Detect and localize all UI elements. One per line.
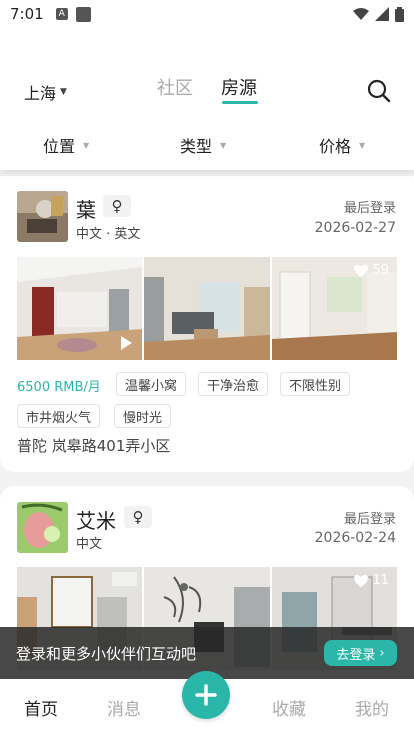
owner-name: 艾米 — [76, 509, 116, 533]
listing-tag: 不限性别 — [280, 372, 351, 396]
last-login-date: 2026-02-27 — [314, 220, 396, 236]
filter-bar: 位置 ▼ 类型 ▼ 价格 ▼ — [0, 120, 414, 170]
city-label: 上海 — [24, 84, 57, 103]
listing-price: 6500 RMB/月 — [17, 380, 101, 395]
caret-down-icon: ▼ — [83, 140, 90, 150]
filter-type-label: 类型 — [180, 137, 213, 156]
caret-down-icon: ▼ — [60, 87, 67, 97]
city-selector[interactable]: 上海 ▼ — [24, 80, 67, 104]
like-count: 59 — [372, 263, 389, 278]
filter-location-label: 位置 — [43, 137, 76, 156]
filter-price-label: 价格 — [319, 137, 352, 156]
wifi-icon — [353, 8, 369, 20]
avatar[interactable] — [17, 191, 68, 242]
search-button[interactable] — [366, 78, 392, 104]
tab-listings[interactable]: 房源 — [221, 74, 257, 100]
login-button-label: 去登录 — [336, 647, 376, 663]
like-counter[interactable]: 11 — [353, 573, 389, 588]
status-indicators — [353, 6, 404, 22]
caret-down-icon: ▼ — [359, 140, 366, 150]
listing-photo[interactable] — [144, 257, 270, 360]
app-notification-icon — [75, 6, 91, 22]
nav-home[interactable]: 首页 — [24, 695, 58, 720]
battery-icon — [395, 6, 404, 22]
listing-tag: 市井烟火气 — [17, 404, 101, 428]
filter-type[interactable]: 类型 ▼ — [180, 133, 226, 157]
heart-icon — [354, 574, 369, 587]
search-icon — [367, 79, 391, 103]
like-count: 11 — [372, 573, 389, 588]
filter-price[interactable]: 价格 ▼ — [319, 133, 365, 157]
gender-female-icon: ♀ — [103, 195, 131, 217]
nav-favorites[interactable]: 收藏 — [272, 695, 306, 720]
nav-profile[interactable]: 我的 — [355, 695, 389, 720]
filter-location[interactable]: 位置 ▼ — [43, 133, 89, 157]
chevron-right-icon: › — [379, 645, 385, 661]
listing-tag: 温馨小窝 — [116, 372, 187, 396]
play-icon — [121, 336, 133, 350]
listing-tag: 慢时光 — [114, 404, 172, 428]
heart-icon — [354, 264, 369, 277]
listing-address: 普陀 岚皋路401弄小区 — [17, 437, 171, 455]
plus-icon — [195, 684, 217, 706]
owner-languages: 中文 — [76, 537, 103, 552]
status-bar: 7:01 A — [0, 0, 414, 28]
top-header: 上海 ▼ 社区 房源 — [0, 28, 414, 120]
add-listing-button[interactable] — [182, 671, 230, 719]
owner-name: 葉 — [76, 198, 96, 222]
app-screen: 7:01 A 上海 ▼ 社区 房源 位置 ▼ 类型 ▼ 价格 ▼ 葉 ♀ 中文 … — [0, 0, 414, 737]
listing-photo[interactable] — [17, 257, 143, 360]
active-tab-indicator — [222, 101, 258, 104]
photo-strip[interactable]: 59 — [17, 257, 397, 360]
status-time: 7:01 — [10, 5, 44, 23]
nav-messages[interactable]: 消息 — [107, 695, 141, 720]
tab-community[interactable]: 社区 — [157, 74, 193, 100]
like-counter[interactable]: 59 — [353, 263, 389, 278]
last-login-date: 2026-02-24 — [314, 530, 396, 546]
notification-icon: A — [55, 8, 68, 20]
signal-icon — [375, 7, 389, 21]
caret-down-icon: ▼ — [220, 140, 227, 150]
listing-tag: 干净治愈 — [198, 372, 269, 396]
login-button[interactable]: 去登录 › — [324, 640, 397, 666]
gender-female-icon: ♀ — [124, 506, 152, 528]
listing-photo[interactable]: 59 — [271, 257, 397, 360]
avatar[interactable] — [17, 502, 68, 553]
login-prompt-text: 登录和更多小伙伴们互动吧 — [16, 645, 197, 663]
last-login-label: 最后登录 — [343, 201, 396, 216]
last-login-label: 最后登录 — [343, 512, 396, 527]
owner-languages: 中文 · 英文 — [76, 227, 141, 242]
listing-card[interactable]: 葉 ♀ 中文 · 英文 最后登录 2026-02-27 59 6500 RMB/… — [0, 176, 414, 472]
